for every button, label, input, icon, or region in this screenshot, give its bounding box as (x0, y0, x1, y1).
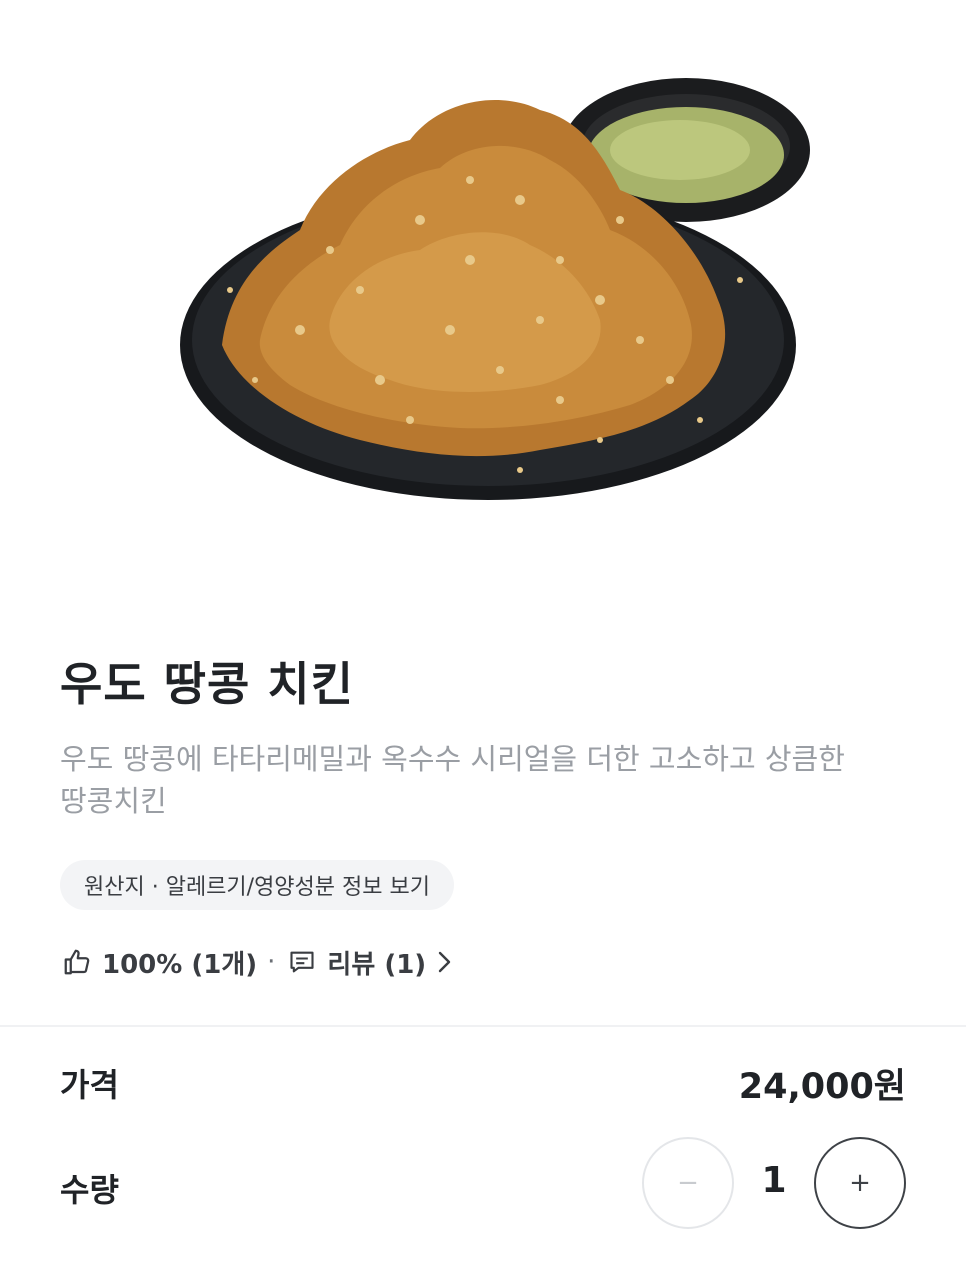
thumbs-up-icon (60, 945, 94, 979)
section-divider (0, 1025, 966, 1027)
product-title: 우도 땅콩 치킨 (60, 657, 354, 711)
review-summary: 100% (1개) · 리뷰 (1) (60, 940, 454, 984)
quantity-value: 1 (761, 1160, 787, 1201)
review-link[interactable]: 리뷰 (1) (285, 944, 454, 981)
like-rate: 100% (1개) (102, 949, 258, 980)
quantity-label: 수량 (60, 1171, 119, 1209)
price-value: 24,000원 (738, 1067, 906, 1107)
stats-separator: · (267, 947, 276, 977)
quantity-increase-button[interactable]: + (814, 1137, 906, 1229)
product-image (0, 0, 966, 610)
comment-icon (285, 945, 319, 979)
price-label: 가격 (60, 1066, 119, 1104)
review-count: 리뷰 (1) (327, 949, 427, 980)
product-description: 우도 땅콩에 타타리메밀과 옥수수 시리얼을 더한 고소하고 상큼한 땅콩치킨 (60, 742, 845, 818)
chevron-right-icon (434, 949, 454, 975)
quantity-decrease-button[interactable]: − (642, 1137, 734, 1229)
origin-allergy-info-button[interactable]: 원산지 · 알레르기/영양성분 정보 보기 (60, 860, 454, 910)
